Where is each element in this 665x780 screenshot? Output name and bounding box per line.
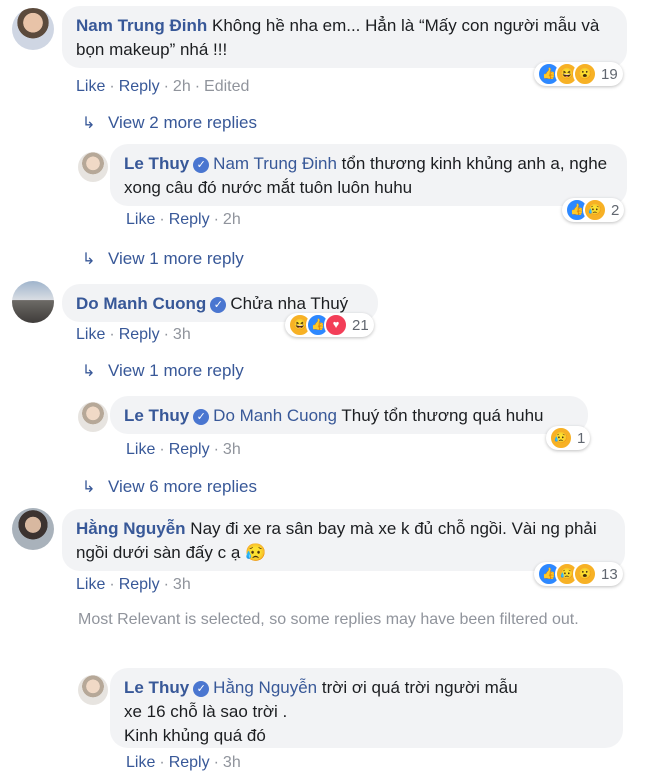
timestamp[interactable]: 3h <box>173 576 191 593</box>
comment-author[interactable]: Nam Trung Đinh <box>76 16 207 35</box>
reaction-count: 1 <box>577 429 586 447</box>
reply-arrow-icon: ↳ <box>82 251 96 268</box>
reaction-summary[interactable]: 😥 1 <box>546 426 591 450</box>
reaction-count: 21 <box>352 316 369 334</box>
like-link[interactable]: Like <box>126 754 155 771</box>
avatar[interactable] <box>12 8 54 50</box>
timestamp[interactable]: 3h <box>223 441 241 458</box>
comment-actions: Like · Reply · 3h <box>76 576 191 593</box>
view-more-replies[interactable]: ↳ View 1 more reply <box>82 249 244 269</box>
comment-bubble: Hằng Nguyễn Nay đi xe ra sân bay mà xe k… <box>62 509 625 571</box>
edited-label[interactable]: Edited <box>204 78 249 95</box>
view-more-replies[interactable]: ↳ View 1 more reply <box>82 361 244 381</box>
comment-author[interactable]: Do Manh Cuong <box>76 294 206 313</box>
avatar[interactable] <box>12 281 54 323</box>
reply-arrow-icon: ↳ <box>82 479 96 496</box>
reply-bubble: Le Thuy ✓ Do Manh Cuong Thuý tổn thương qu… <box>110 396 588 434</box>
reply-link[interactable]: Reply <box>169 441 210 458</box>
reply-link[interactable]: Reply <box>169 211 210 228</box>
reaction-count: 13 <box>601 565 618 583</box>
reply-text: Thuý tổn thương quá huhu <box>336 406 544 425</box>
reply-author[interactable]: Le Thuy <box>124 154 189 173</box>
reaction-count: 19 <box>601 65 618 83</box>
comment-actions: Like · Reply · 2h · Edited <box>76 78 250 95</box>
reply-author[interactable]: Le Thuy <box>124 406 189 425</box>
reply-arrow-icon: ↳ <box>82 115 96 132</box>
reaction-summary[interactable]: 👍 😥 😮 13 <box>534 562 623 586</box>
comment-author[interactable]: Hằng Nguyễn <box>76 519 186 538</box>
verified-badge-icon: ✓ <box>193 409 210 425</box>
verified-badge-icon: ✓ <box>210 297 227 313</box>
reply-bubble: Le Thuy ✓ Hằng Nguyễn trời ơi quá trời ngư… <box>110 668 623 748</box>
comment-bubble: Nam Trung Đinh Không hề nha em... Hẳn là… <box>62 6 627 68</box>
comment-actions: Like · Reply · 3h <box>76 326 191 343</box>
reply-link[interactable]: Reply <box>169 754 210 771</box>
timestamp[interactable]: 3h <box>223 754 241 771</box>
verified-badge-icon: ✓ <box>193 157 210 173</box>
reaction-count: 2 <box>611 201 620 219</box>
avatar[interactable] <box>78 152 108 182</box>
view-more-replies[interactable]: ↳ View 2 more replies <box>82 113 257 133</box>
reaction-summary[interactable]: 👍 😆 😮 19 <box>534 62 623 86</box>
reaction-summary[interactable]: 😆 👍 ♥ 21 <box>285 313 374 337</box>
reply-link[interactable]: Reply <box>119 576 160 593</box>
avatar[interactable] <box>12 508 54 550</box>
reply-author[interactable]: Le Thuy <box>124 678 189 697</box>
sad-reaction-icon: 😥 <box>583 198 607 222</box>
like-link[interactable]: Like <box>76 326 105 343</box>
timestamp[interactable]: 2h <box>173 78 191 95</box>
like-link[interactable]: Like <box>76 78 105 95</box>
wow-reaction-icon: 😮 <box>573 62 597 86</box>
reply-actions: Like · Reply · 2h <box>126 211 241 228</box>
mention-link[interactable]: Nam Trung Đinh <box>213 154 337 173</box>
reply-link[interactable]: Reply <box>119 326 160 343</box>
reply-actions: Like · Reply · 3h <box>126 754 241 771</box>
like-link[interactable]: Like <box>76 576 105 593</box>
sad-reaction-icon: 😥 <box>549 426 573 450</box>
avatar[interactable] <box>78 402 108 432</box>
reply-arrow-icon: ↳ <box>82 363 96 380</box>
reply-link[interactable]: Reply <box>119 78 160 95</box>
reply-actions: Like · Reply · 3h <box>126 441 241 458</box>
love-reaction-icon: ♥ <box>324 313 348 337</box>
reaction-summary[interactable]: 👍 😥 2 <box>562 198 625 222</box>
mention-link[interactable]: Hằng Nguyễn <box>213 678 317 697</box>
avatar[interactable] <box>78 675 108 705</box>
mention-link[interactable]: Do Manh Cuong <box>213 406 337 425</box>
filter-notice: Most Relevant is selected, so some repli… <box>78 611 579 628</box>
wow-reaction-icon: 😮 <box>573 562 597 586</box>
view-more-replies[interactable]: ↳ View 6 more replies <box>82 477 257 497</box>
verified-badge-icon: ✓ <box>193 681 210 697</box>
reply-bubble: Le Thuy ✓ Nam Trung Đinh tổn thương kinh k… <box>110 144 627 206</box>
timestamp[interactable]: 2h <box>223 211 241 228</box>
reply-text-line-2: Kinh khủng quá đó <box>124 726 266 745</box>
like-link[interactable]: Like <box>126 441 155 458</box>
timestamp[interactable]: 3h <box>173 326 191 343</box>
comment-text: Chửa nha Thuý <box>230 294 349 313</box>
like-link[interactable]: Like <box>126 211 155 228</box>
